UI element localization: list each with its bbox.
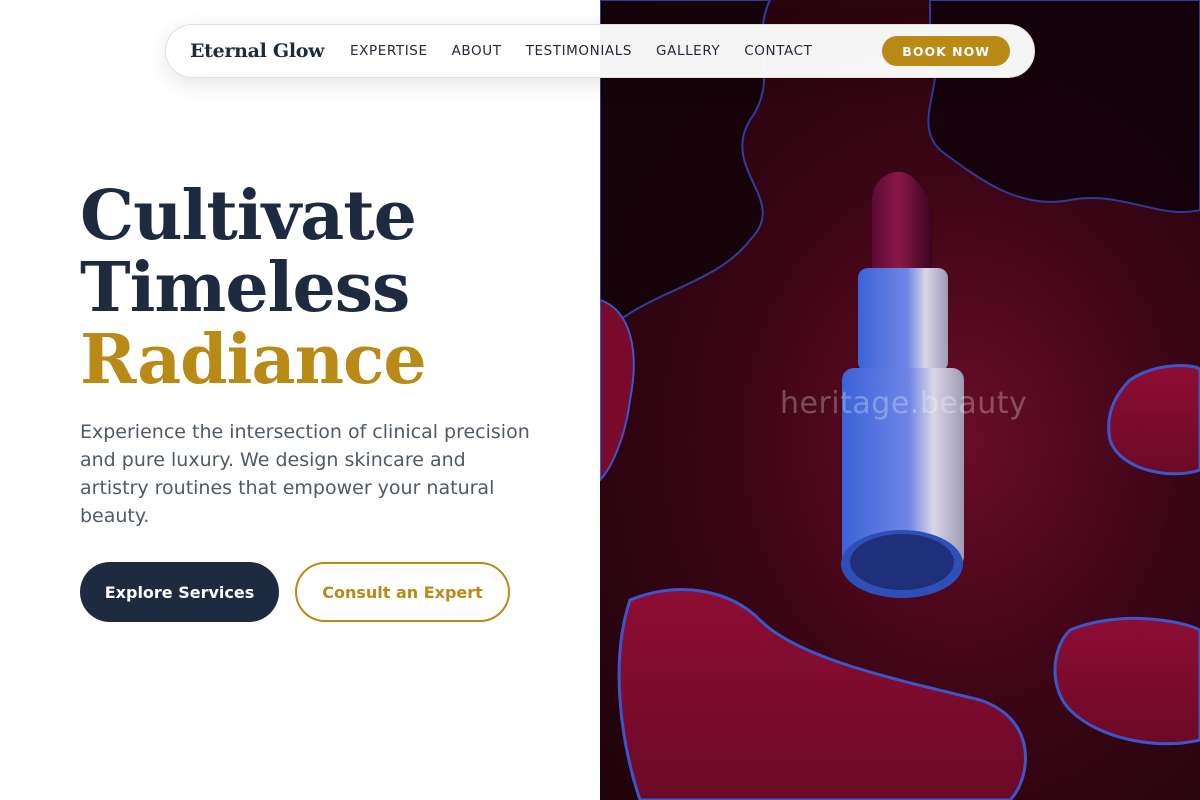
hero-description: Experience the intersection of clinical … (80, 421, 530, 527)
explore-services-button[interactable]: Explore Services (80, 562, 279, 622)
consult-expert-button[interactable]: Consult an Expert (295, 562, 510, 622)
nav-link-expertise[interactable]: EXPERTISE (350, 43, 428, 59)
watermark-text: heritage.beauty (780, 386, 1028, 421)
nav-link-gallery[interactable]: GALLERY (656, 43, 720, 59)
nav-links: EXPERTISE ABOUT TESTIMONIALS GALLERY CON… (350, 43, 837, 59)
top-navbar: Eternal Glow EXPERTISE ABOUT TESTIMONIAL… (165, 24, 1035, 78)
hero-image: heritage.beauty (600, 0, 1200, 800)
headline-line-1: Cultivate (80, 176, 417, 256)
headline-accent: Radiance (80, 320, 427, 400)
headline-line-2: Timeless (80, 248, 410, 328)
nav-link-about[interactable]: ABOUT (452, 43, 502, 59)
book-now-button[interactable]: BOOK NOW (882, 36, 1010, 66)
brand-logo[interactable]: Eternal Glow (190, 40, 350, 62)
nav-link-testimonials[interactable]: TESTIMONIALS (526, 43, 632, 59)
nav-link-contact[interactable]: CONTACT (744, 43, 812, 59)
hero-headline: Cultivate Timeless Radiance (80, 180, 580, 396)
